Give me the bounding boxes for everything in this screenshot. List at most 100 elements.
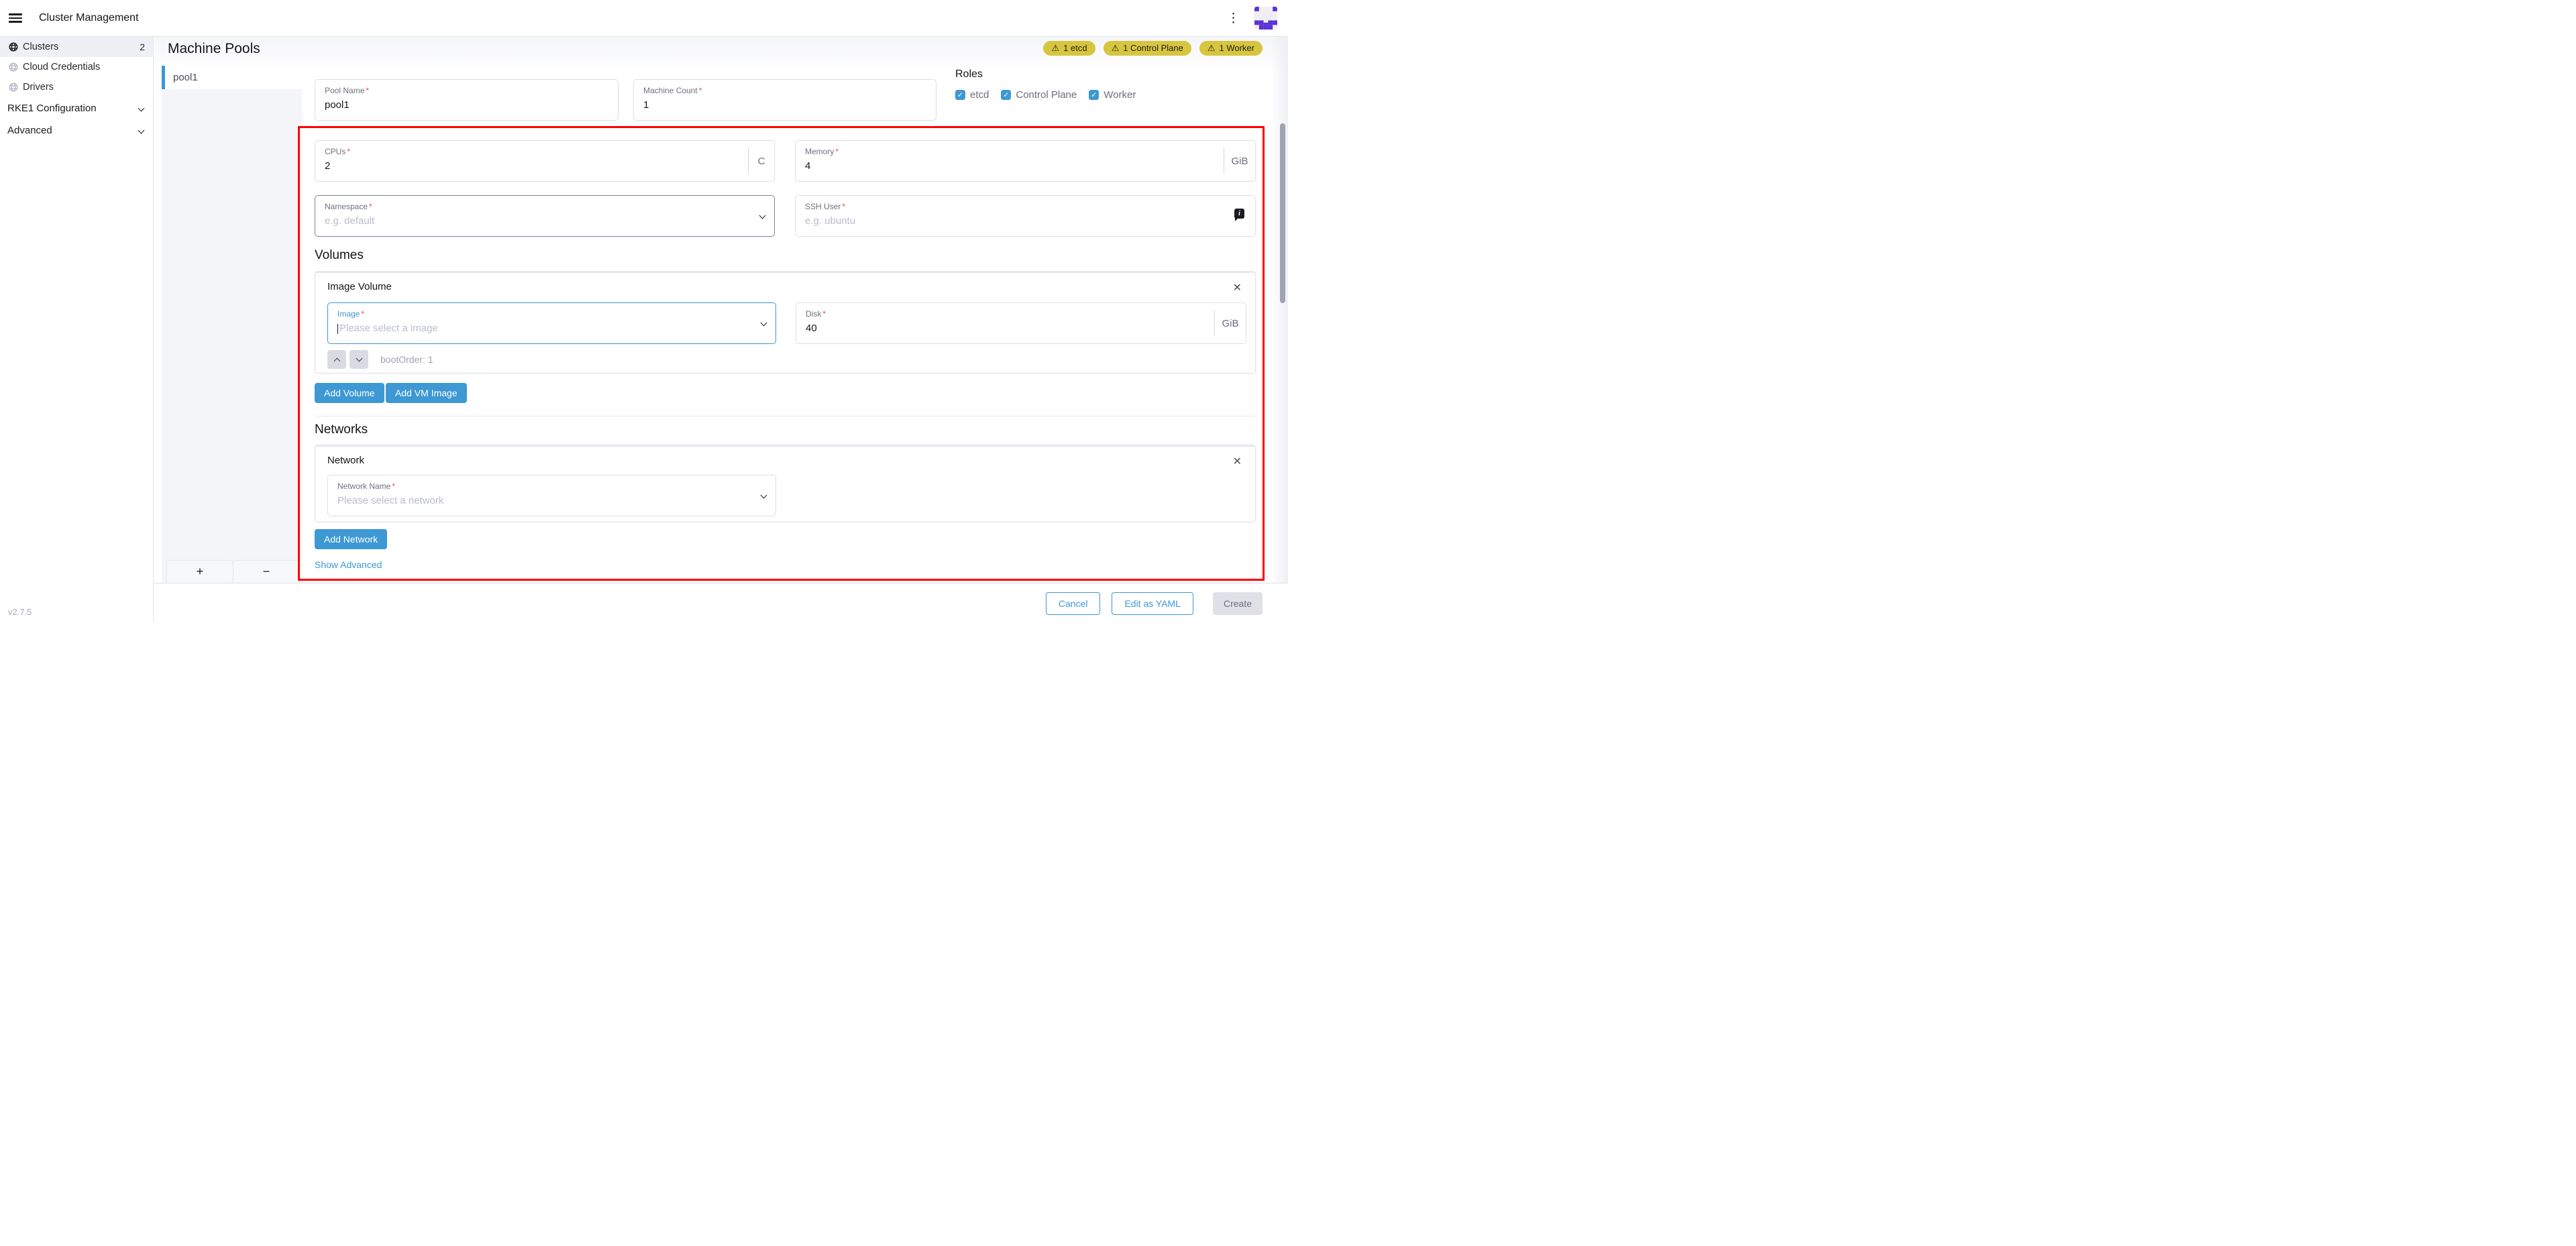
pool-name-value: pool1 [325,99,608,111]
memory-value: 4 [805,160,1246,172]
cancel-button[interactable]: Cancel [1046,592,1101,615]
pool-tab-pool1[interactable]: pool1 [162,66,302,89]
ssh-user-field[interactable]: SSH User* e.g. ubuntu i [795,195,1256,237]
ssh-user-placeholder: e.g. ubuntu [805,215,1246,227]
checkbox-checked-icon: ✓ [1089,90,1099,100]
network-name-placeholder: Please select a network [337,495,766,506]
add-vm-image-button[interactable]: Add VM Image [386,383,467,403]
roles-title: Roles [955,68,1250,80]
machine-count-value: 1 [643,99,926,111]
move-up-button[interactable] [327,350,346,369]
create-button[interactable]: Create [1213,592,1263,615]
checkbox-checked-icon: ✓ [955,90,965,100]
network-card-title: Network [327,455,364,466]
pool-name-field[interactable]: Pool Name* pool1 [315,79,619,121]
namespace-label: Namespace [325,202,368,211]
sidebar-item-label: Cloud Credentials [23,62,100,72]
avatar-identicon-icon [1254,7,1277,30]
machine-count-field[interactable]: Machine Count* 1 [633,79,936,121]
disk-field[interactable]: Disk* 40 GiB [796,302,1246,344]
edit-as-yaml-button[interactable]: Edit as YAML [1112,592,1193,615]
cpus-field[interactable]: CPUs* 2 C [315,140,775,182]
globe-icon [9,42,18,52]
memory-label: Memory [805,147,834,156]
image-volume-card: Image Volume ✕ Image* Please select a im… [315,271,1256,374]
required-asterisk: * [822,309,826,319]
network-name-select[interactable]: Network Name* Please select a network [327,475,776,516]
app-title: Cluster Management [39,12,139,24]
image-select[interactable]: Image* Please select a image [327,302,776,344]
warning-icon: ⚠ [1051,44,1059,52]
required-asterisk: * [369,202,372,211]
scrollbar-thumb[interactable] [1280,123,1285,303]
memory-field[interactable]: Memory* 4 GiB [795,140,1256,182]
sidebar-item-label: Clusters [23,42,58,52]
disk-unit: GiB [1215,318,1246,329]
kebab-menu-icon[interactable]: ⋮ [1223,9,1244,27]
page-title: Machine Pools [168,41,260,57]
close-icon[interactable]: ✕ [1233,455,1242,468]
badge-etcd: ⚠ 1 etcd [1043,41,1095,56]
sidebar: Clusters 2 Cloud Credentials Drivers RKE… [0,37,154,623]
required-asterisk: * [842,202,845,211]
sidebar-group-advanced[interactable]: Advanced [0,119,153,141]
required-asterisk: * [699,86,702,95]
checkbox-checked-icon: ✓ [1001,90,1011,100]
role-warning-badges: ⚠ 1 etcd ⚠ 1 Control Plane ⚠ 1 Worker [1043,41,1263,56]
role-checkbox-worker[interactable]: ✓ Worker [1089,89,1136,101]
user-avatar[interactable] [1254,7,1277,30]
sidebar-item-drivers[interactable]: Drivers [0,77,153,97]
sidebar-item-label: Drivers [23,82,54,93]
memory-unit: GiB [1224,156,1255,167]
move-down-button[interactable] [350,350,368,369]
clusters-count: 2 [140,42,145,52]
roles-section: Roles ✓ etcd ✓ Control Plane ✓ Worker [955,68,1250,101]
close-icon[interactable]: ✕ [1233,281,1242,294]
machine-pool-tabs: pool1 + − [162,66,302,583]
role-label: Control Plane [1016,89,1077,101]
namespace-select[interactable]: Namespace* e.g. default [315,195,775,237]
warning-icon: ⚠ [1112,44,1120,52]
sidebar-group-rke1-configuration[interactable]: RKE1 Configuration [0,97,153,119]
warning-icon: ⚠ [1208,44,1216,52]
disk-value: 40 [806,323,1236,334]
required-asterisk: * [835,147,839,156]
sidebar-group-label: RKE1 Configuration [7,103,97,114]
pool-name-label: Pool Name [325,86,364,95]
badge-label: 1 Worker [1220,43,1255,53]
cpus-value: 2 [325,160,765,172]
add-pool-button[interactable]: + [166,560,233,583]
sidebar-item-cloud-credentials[interactable]: Cloud Credentials [0,57,153,77]
required-asterisk: * [392,482,395,491]
add-volume-button[interactable]: Add Volume [315,383,384,403]
ssh-user-label: SSH User [805,202,841,211]
disk-label: Disk [806,309,821,319]
namespace-placeholder: e.g. default [325,215,765,227]
globe-icon [9,62,18,72]
volumes-heading: Volumes [315,248,364,263]
required-asterisk: * [361,309,364,319]
role-checkbox-etcd[interactable]: ✓ etcd [955,89,989,101]
sidebar-group-label: Advanced [7,125,52,136]
cpus-unit: C [749,156,774,167]
cpus-label: CPUs [325,147,345,156]
scrollbar-track [1271,37,1288,583]
role-label: Worker [1104,89,1136,101]
pool-tab-label: pool1 [173,72,198,83]
hamburger-menu-icon[interactable] [9,13,22,23]
info-tooltip-icon[interactable]: i [1234,209,1244,219]
badge-label: 1 etcd [1063,43,1087,53]
image-volume-card-title: Image Volume [327,281,392,292]
role-checkbox-control-plane[interactable]: ✓ Control Plane [1001,89,1077,101]
sidebar-item-clusters[interactable]: Clusters 2 [0,37,153,57]
add-network-button[interactable]: Add Network [315,529,387,549]
pool-tabs-background [162,89,302,583]
remove-pool-button[interactable]: − [233,560,300,583]
version-label: v2.7.5 [8,607,32,617]
image-placeholder: Please select a image [339,323,438,334]
network-name-label: Network Name [337,482,390,491]
show-advanced-link[interactable]: Show Advanced [315,559,382,570]
role-label: etcd [970,89,989,101]
chevron-down-icon [138,127,145,134]
machine-count-label: Machine Count [643,86,698,95]
